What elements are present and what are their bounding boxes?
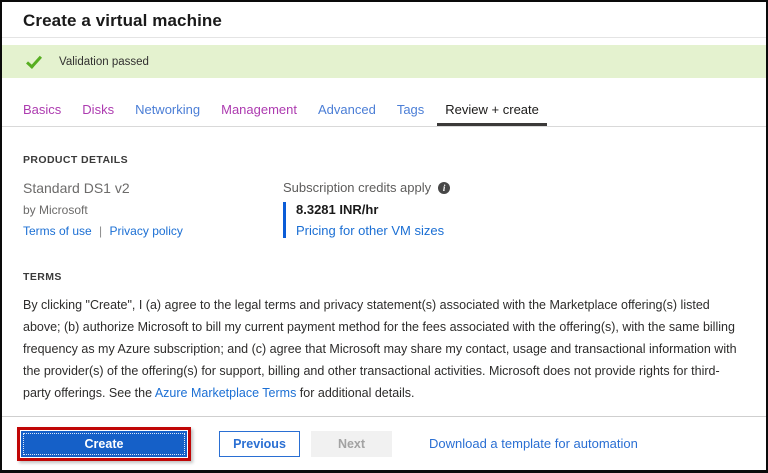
product-publisher: by Microsoft — [23, 203, 88, 217]
product-name: Standard DS1 v2 — [23, 180, 130, 196]
tab-management[interactable]: Management — [221, 102, 297, 126]
subscription-credits-label: Subscription credits apply — [283, 180, 432, 195]
next-button[interactable]: Next — [311, 430, 392, 457]
validation-banner: Validation passed — [2, 45, 766, 78]
tab-advanced[interactable]: Advanced — [318, 102, 376, 126]
info-icon[interactable]: i — [438, 181, 451, 194]
download-template-link[interactable]: Download a template for automation — [429, 436, 638, 451]
terms-text-after-link: for additional details. — [296, 386, 415, 400]
link-separator: | — [99, 224, 103, 238]
product-details-row: Standard DS1 v2 by Microsoft Terms of us… — [23, 180, 745, 238]
checkmark-icon — [26, 51, 43, 69]
validation-banner-text: Validation passed — [59, 55, 149, 68]
price-block: 8.3281 INR/hr Pricing for other VM sizes — [283, 202, 450, 238]
terms-text-before-link: By clicking "Create", I (a) agree to the… — [23, 298, 737, 400]
create-button-highlight: Create — [17, 426, 191, 461]
page-title: Create a virtual machine — [23, 11, 222, 30]
tab-review-create[interactable]: Review + create — [437, 102, 547, 126]
footer-action-bar: Create Previous Next Download a template… — [2, 416, 766, 470]
product-info: Standard DS1 v2 by Microsoft Terms of us… — [23, 180, 283, 238]
pricing-label-row: Subscription credits apply i — [283, 180, 451, 195]
tab-basics[interactable]: Basics — [23, 102, 61, 126]
tab-bar: Basics Disks Networking Management Advan… — [2, 102, 766, 127]
product-legal-links: Terms of use | Privacy policy — [23, 224, 283, 238]
pricing-other-vm-sizes-link[interactable]: Pricing for other VM sizes — [296, 223, 450, 238]
tab-networking[interactable]: Networking — [135, 102, 200, 126]
azure-marketplace-terms-link[interactable]: Azure Marketplace Terms — [155, 386, 297, 400]
terms-heading: TERMS — [23, 271, 62, 283]
product-details-heading: PRODUCT DETAILS — [23, 154, 128, 166]
review-content: PRODUCT DETAILS Standard DS1 v2 by Micro… — [2, 154, 766, 429]
privacy-policy-link[interactable]: Privacy policy — [110, 224, 183, 238]
terms-text: By clicking "Create", I (a) agree to the… — [23, 294, 745, 404]
tab-tags[interactable]: Tags — [397, 102, 424, 126]
previous-button[interactable]: Previous — [219, 430, 300, 457]
window-header: Create a virtual machine — [2, 2, 766, 38]
terms-of-use-link[interactable]: Terms of use — [23, 224, 92, 238]
tab-disks[interactable]: Disks — [82, 102, 114, 126]
create-button[interactable]: Create — [21, 430, 187, 457]
create-vm-window: Create a virtual machine Validation pass… — [0, 0, 768, 473]
pricing-info: Subscription credits apply i 8.3281 INR/… — [283, 180, 451, 238]
price-value: 8.3281 INR/hr — [296, 202, 379, 217]
